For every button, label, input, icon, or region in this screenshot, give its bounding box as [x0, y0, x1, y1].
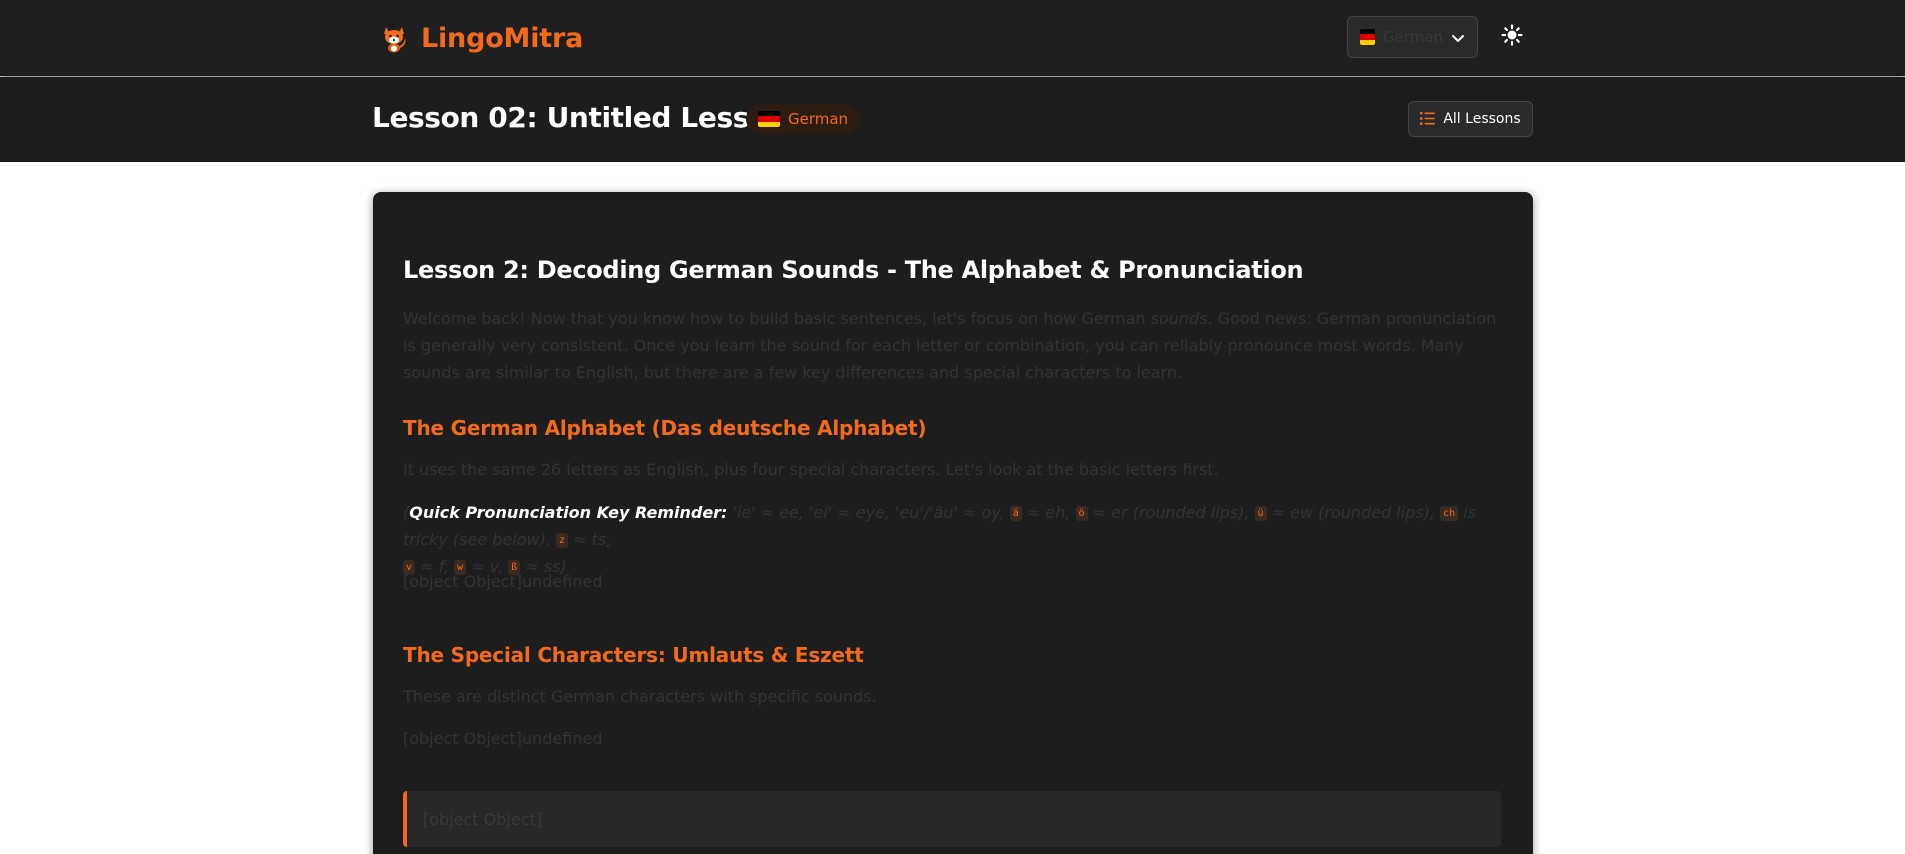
key-text: ≈ ts,: [568, 530, 612, 549]
code-z: z: [556, 533, 569, 548]
top-navbar: LingoMitra German: [0, 0, 1905, 76]
alphabet-heading: The German Alphabet (Das deutsche Alphab…: [403, 416, 927, 440]
code-o-umlaut: ö: [1075, 506, 1088, 521]
brand-link[interactable]: LingoMitra: [379, 14, 583, 62]
special-characters-heading: The Special Characters: Umlauts & Eszett: [403, 643, 864, 667]
intro-paragraph: Welcome back! Now that you know how to b…: [403, 305, 1501, 386]
code-a-umlaut: ä: [1009, 506, 1022, 521]
intro-text-start: Welcome back! Now that you know how to b…: [403, 309, 1151, 328]
lesson-content-card: Lesson 2: Decoding German Sounds - The A…: [373, 192, 1533, 854]
code-u-umlaut: ü: [1254, 506, 1267, 521]
language-select-value: German: [1382, 28, 1443, 46]
object-placeholder-text: [object Object]undefined: [403, 729, 603, 748]
object-placeholder-text: [object Object]undefined: [403, 572, 603, 591]
fox-mascot-icon: [379, 23, 409, 53]
list-icon: [1420, 110, 1436, 129]
brand-name: LingoMitra: [421, 22, 584, 54]
lesson-heading: Lesson 2: Decoding German Sounds - The A…: [403, 256, 1304, 284]
callout-text: [object Object]: [423, 809, 542, 829]
pronunciation-key-label: Quick Pronunciation Key Reminder:: [409, 503, 728, 522]
language-badge: German: [746, 104, 861, 134]
german-flag-icon: [1360, 29, 1375, 45]
key-text: ≈ er (rounded lips),: [1087, 503, 1255, 522]
sun-icon: [1501, 24, 1523, 50]
all-lessons-button[interactable]: All Lessons: [1408, 101, 1533, 137]
language-badge-label: German: [788, 110, 849, 128]
all-lessons-label: All Lessons: [1443, 111, 1521, 127]
language-select[interactable]: German: [1347, 16, 1478, 58]
key-text: ≈ eh,: [1021, 503, 1076, 522]
lesson-header-bar: [0, 77, 1905, 162]
special-characters-paragraph: These are distinct German characters wit…: [403, 687, 877, 706]
code-ch: ch: [1440, 506, 1459, 521]
chevron-down-icon: [1451, 30, 1465, 44]
key-text: ≈ ew (rounded lips),: [1266, 503, 1441, 522]
pronunciation-key: (Quick Pronunciation Key Reminder: 'ie' …: [403, 499, 1513, 580]
key-text: 'ie' ≈ ee, 'ei' ≈ eye, 'eu'/'äu' ≈ oy,: [727, 503, 1010, 522]
alphabet-paragraph: It uses the same 26 letters as English, …: [403, 460, 1219, 479]
intro-emphasis: sounds: [1150, 309, 1208, 328]
german-flag-icon: [758, 111, 780, 127]
lesson-title: Lesson 02: Untitled Lesson: [372, 101, 788, 134]
theme-toggle-button[interactable]: [1497, 22, 1527, 52]
callout-box: [object Object]: [403, 791, 1501, 847]
